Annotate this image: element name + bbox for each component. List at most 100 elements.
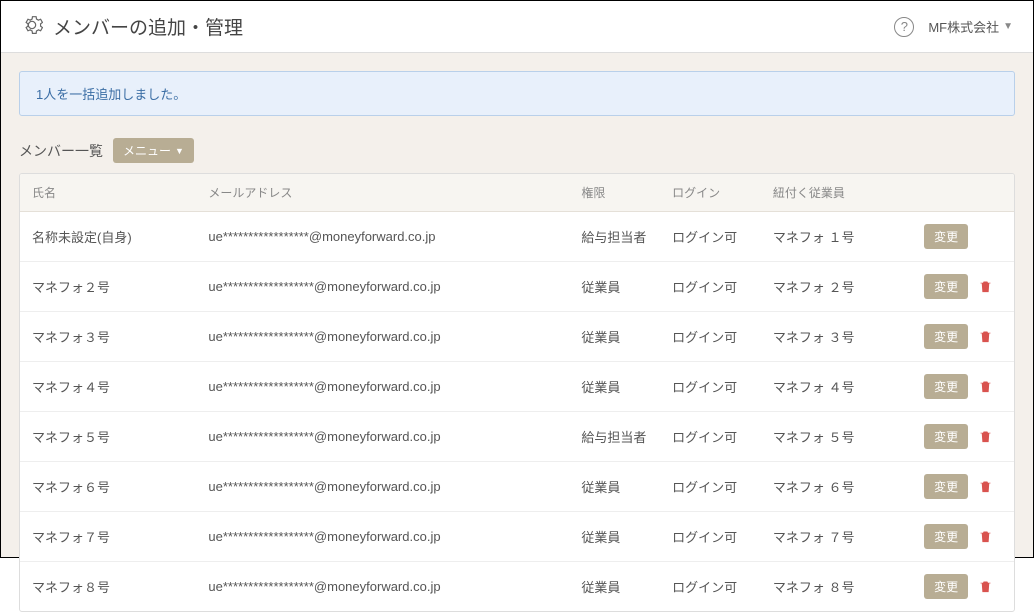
table-row: マネフォ２号ue******************@moneyforward.…: [20, 262, 1014, 312]
cell-actions: 変更: [912, 312, 1014, 362]
cell-name: 名称未設定(自身): [20, 212, 196, 262]
cell-actions: 変更: [912, 262, 1014, 312]
table-row: マネフォ７号ue******************@moneyforward.…: [20, 512, 1014, 562]
page-header: メンバーの追加・管理 ? MF株式会社 ▼: [1, 1, 1033, 53]
edit-button[interactable]: 変更: [924, 324, 968, 349]
cell-employee: マネフォ １号: [761, 212, 912, 262]
delete-button[interactable]: [976, 277, 995, 299]
delete-button[interactable]: [976, 577, 995, 599]
chevron-down-icon: ▼: [1003, 21, 1013, 32]
table-row: マネフォ３号ue******************@moneyforward.…: [20, 312, 1014, 362]
cell-name: マネフォ５号: [20, 412, 196, 462]
table-row: 名称未設定(自身)ue*****************@moneyforwar…: [20, 212, 1014, 262]
cell-login: ログイン可: [660, 462, 761, 512]
header-left: メンバーの追加・管理: [21, 13, 243, 40]
edit-button[interactable]: 変更: [924, 524, 968, 549]
cell-login: ログイン可: [660, 262, 761, 312]
cell-login: ログイン可: [660, 562, 761, 612]
cell-email: ue******************@moneyforward.co.jp: [196, 562, 569, 612]
trash-icon: [978, 382, 993, 397]
cell-name: マネフォ７号: [20, 512, 196, 562]
delete-button[interactable]: [976, 327, 995, 349]
section-header: メンバー一覧 メニュー ▼: [19, 138, 1015, 163]
cell-actions: 変更: [912, 462, 1014, 512]
alert-message: 1人を一括追加しました。: [36, 87, 186, 102]
cell-email: ue******************@moneyforward.co.jp: [196, 312, 569, 362]
delete-button[interactable]: [976, 527, 995, 549]
cell-role: 従業員: [569, 362, 660, 412]
members-table-wrap: 氏名 メールアドレス 権限 ログイン 紐付く従業員 名称未設定(自身)ue***…: [19, 173, 1015, 612]
cell-email: ue******************@moneyforward.co.jp: [196, 412, 569, 462]
gear-icon: [21, 14, 43, 39]
trash-icon: [978, 582, 993, 597]
page-title: メンバーの追加・管理: [53, 13, 243, 40]
cell-role: 従業員: [569, 262, 660, 312]
cell-actions: 変更: [912, 412, 1014, 462]
trash-icon: [978, 332, 993, 347]
cell-employee: マネフォ ７号: [761, 512, 912, 562]
cell-employee: マネフォ ６号: [761, 462, 912, 512]
cell-login: ログイン可: [660, 212, 761, 262]
edit-button[interactable]: 変更: [924, 274, 968, 299]
cell-email: ue******************@moneyforward.co.jp: [196, 512, 569, 562]
col-header-name: 氏名: [20, 174, 196, 212]
cell-name: マネフォ６号: [20, 462, 196, 512]
cell-employee: マネフォ ８号: [761, 562, 912, 612]
cell-employee: マネフォ ５号: [761, 412, 912, 462]
cell-name: マネフォ８号: [20, 562, 196, 612]
cell-email: ue******************@moneyforward.co.jp: [196, 462, 569, 512]
cell-name: マネフォ４号: [20, 362, 196, 412]
edit-button[interactable]: 変更: [924, 574, 968, 599]
section-title: メンバー一覧: [19, 141, 103, 161]
alert-success: 1人を一括追加しました。: [19, 71, 1015, 116]
cell-email: ue******************@moneyforward.co.jp: [196, 262, 569, 312]
col-header-email: メールアドレス: [196, 174, 569, 212]
col-header-login: ログイン: [660, 174, 761, 212]
table-row: マネフォ５号ue******************@moneyforward.…: [20, 412, 1014, 462]
trash-icon: [978, 532, 993, 547]
cell-email: ue*****************@moneyforward.co.jp: [196, 212, 569, 262]
table-row: マネフォ６号ue******************@moneyforward.…: [20, 462, 1014, 512]
edit-button[interactable]: 変更: [924, 374, 968, 399]
org-label: MF株式会社: [928, 17, 999, 36]
cell-role: 従業員: [569, 462, 660, 512]
cell-login: ログイン可: [660, 512, 761, 562]
col-header-role: 権限: [569, 174, 660, 212]
cell-actions: 変更: [912, 512, 1014, 562]
cell-employee: マネフォ ４号: [761, 362, 912, 412]
members-table: 氏名 メールアドレス 権限 ログイン 紐付く従業員 名称未設定(自身)ue***…: [20, 174, 1014, 611]
edit-button[interactable]: 変更: [924, 474, 968, 499]
col-header-employee: 紐付く従業員: [761, 174, 912, 212]
content-area: 1人を一括追加しました。 メンバー一覧 メニュー ▼ 氏名 メールアドレス 権限…: [1, 53, 1033, 557]
chevron-down-icon: ▼: [175, 146, 184, 156]
cell-employee: マネフォ ２号: [761, 262, 912, 312]
cell-role: 従業員: [569, 512, 660, 562]
delete-button[interactable]: [976, 377, 995, 399]
cell-employee: マネフォ ３号: [761, 312, 912, 362]
col-header-actions: [912, 174, 1014, 212]
table-row: マネフォ８号ue******************@moneyforward.…: [20, 562, 1014, 612]
trash-icon: [978, 282, 993, 297]
cell-login: ログイン可: [660, 362, 761, 412]
cell-role: 従業員: [569, 312, 660, 362]
table-header-row: 氏名 メールアドレス 権限 ログイン 紐付く従業員: [20, 174, 1014, 212]
delete-button[interactable]: [976, 427, 995, 449]
cell-name: マネフォ３号: [20, 312, 196, 362]
org-selector[interactable]: MF株式会社 ▼: [928, 17, 1013, 36]
cell-login: ログイン可: [660, 412, 761, 462]
edit-button[interactable]: 変更: [924, 224, 968, 249]
menu-button[interactable]: メニュー ▼: [113, 138, 194, 163]
cell-actions: 変更: [912, 362, 1014, 412]
edit-button[interactable]: 変更: [924, 424, 968, 449]
cell-actions: 変更: [912, 212, 1014, 262]
help-icon[interactable]: ?: [894, 17, 914, 37]
menu-button-label: メニュー: [123, 142, 171, 159]
cell-actions: 変更: [912, 562, 1014, 612]
trash-icon: [978, 482, 993, 497]
cell-role: 給与担当者: [569, 412, 660, 462]
delete-button[interactable]: [976, 477, 995, 499]
table-row: マネフォ４号ue******************@moneyforward.…: [20, 362, 1014, 412]
cell-name: マネフォ２号: [20, 262, 196, 312]
trash-icon: [978, 432, 993, 447]
cell-login: ログイン可: [660, 312, 761, 362]
